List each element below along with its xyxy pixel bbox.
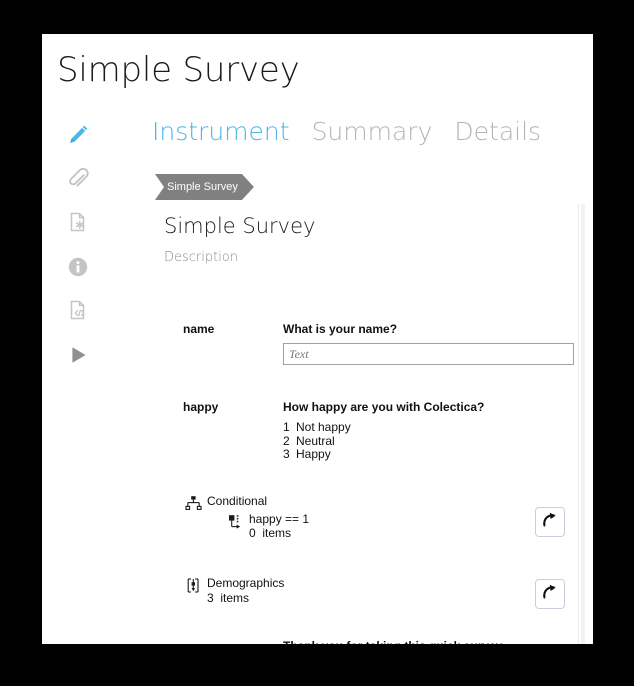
block-header[interactable]: Conditional	[184, 494, 267, 512]
redo-arrow-icon	[540, 510, 560, 535]
breadcrumb-item-simple-survey[interactable]: Simple Survey	[155, 174, 254, 200]
goto-demographics-button[interactable]	[535, 579, 565, 609]
block-child-text-wrap: happy == 1 0 items	[249, 512, 309, 540]
code-number: 2	[283, 433, 290, 448]
response-code-item: 2 Neutral	[283, 433, 578, 449]
sidebar-item-attachments[interactable]	[61, 162, 95, 196]
breadcrumb: Simple Survey	[155, 174, 254, 200]
response-code-list: 1 Not happy 2 Neutral 3 Happy	[283, 420, 578, 462]
tab-details[interactable]: Details	[454, 117, 541, 146]
sequence-icon	[184, 576, 202, 594]
pencil-icon	[65, 122, 91, 148]
code-number: 1	[283, 420, 290, 434]
tab-summary[interactable]: Summary	[312, 117, 433, 146]
question-body: How happy are you with Colectica? 1 Not h…	[283, 400, 578, 462]
code-label: Not happy	[296, 420, 351, 434]
sidebar-item-edit[interactable]	[61, 118, 95, 152]
question-variable-name: name	[183, 322, 215, 336]
paperclip-icon	[65, 166, 91, 192]
redo-arrow-icon	[540, 582, 560, 607]
code-label: Happy	[296, 447, 331, 461]
response-code-item: 3 Happy	[283, 447, 578, 462]
instrument-description-label: Description	[164, 250, 239, 265]
block-demographics: Demographics 3 items	[42, 576, 593, 620]
question-variable-name: happy	[183, 400, 219, 414]
item-count: 3 items	[207, 591, 250, 605]
block-child-condition[interactable]: happy == 1 0 items	[226, 512, 309, 540]
page-title: Simple Survey	[57, 50, 300, 90]
block-conditional: Conditional happy == 1 0 items	[42, 494, 593, 550]
name-text-input[interactable]	[283, 343, 574, 365]
block-label: Conditional	[207, 494, 268, 508]
conditional-icon	[184, 494, 202, 512]
code-label: Neutral	[296, 433, 335, 448]
condition-expression: happy == 1	[249, 512, 310, 526]
code-number: 3	[283, 447, 290, 461]
item-count: 0 items	[249, 526, 292, 540]
tab-bar: Instrument Summary Details	[152, 117, 563, 146]
closing-statement: Thank you for taking this quick survey.	[283, 639, 505, 644]
block-label: Demographics	[207, 576, 285, 590]
block-text-wrap: Demographics 3 items	[207, 576, 284, 605]
instrument-content-pane: Simple Survey Description name What is y…	[42, 204, 593, 644]
question-body: What is your name?	[283, 322, 578, 365]
block-header[interactable]: Demographics 3 items	[184, 576, 284, 605]
instrument-title: Simple Survey	[164, 214, 316, 238]
app-window: Simple Survey Instrument Summary Details…	[42, 34, 593, 644]
question-text: How happy are you with Colectica?	[283, 400, 485, 414]
sequence-icon	[226, 512, 244, 530]
question-text: What is your name?	[283, 322, 398, 336]
goto-conditional-button[interactable]	[535, 507, 565, 537]
tab-instrument[interactable]: Instrument	[152, 117, 290, 146]
response-code-item: 1 Not happy	[283, 420, 578, 435]
